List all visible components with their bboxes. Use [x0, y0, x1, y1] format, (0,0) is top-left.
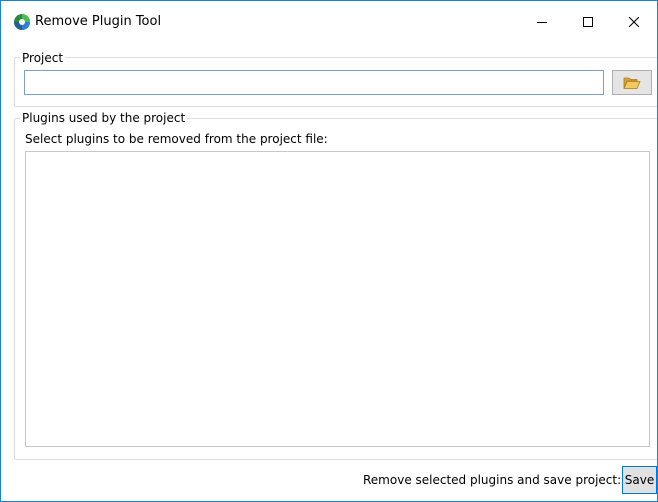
plugins-instruction-text: Select plugins to be removed from the pr… [25, 132, 328, 146]
title-bar[interactable]: Remove Plugin Tool [1, 1, 657, 43]
plugins-group-label: Plugins used by the project [20, 111, 188, 125]
minimize-button[interactable] [519, 1, 565, 43]
save-button[interactable]: Save [622, 466, 657, 494]
project-group-label: Project [20, 51, 66, 65]
minimize-icon [537, 22, 547, 23]
maximize-button[interactable] [565, 1, 611, 43]
close-icon [629, 17, 639, 27]
remove-plugin-tool-window: Remove Plugin Tool Project Plugins used … [0, 0, 658, 502]
save-prompt-label: Remove selected plugins and save project… [363, 473, 622, 487]
browse-project-button[interactable] [612, 70, 652, 95]
close-button[interactable] [611, 1, 657, 43]
project-path-input[interactable] [24, 70, 604, 95]
window-title: Remove Plugin Tool [35, 14, 162, 29]
plugins-checklist[interactable] [25, 151, 650, 447]
folder-open-icon [623, 77, 641, 89]
app-logo-icon [13, 13, 31, 31]
maximize-icon [583, 17, 593, 27]
